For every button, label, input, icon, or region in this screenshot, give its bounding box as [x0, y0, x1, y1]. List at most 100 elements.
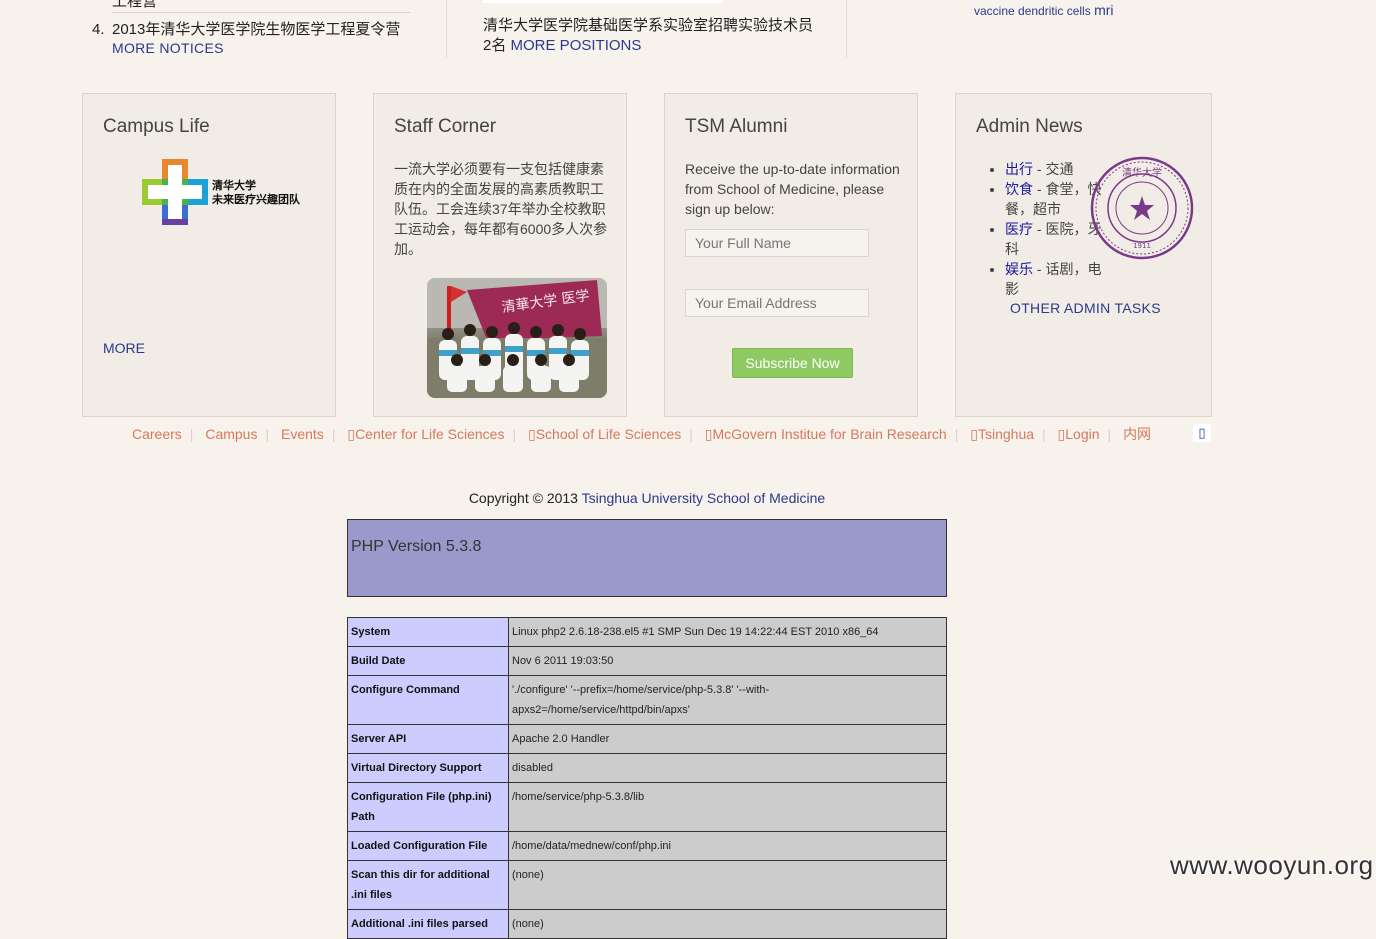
- php-value-cell: (none): [508, 860, 947, 910]
- table-row: Server API Apache 2.0 Handler: [347, 724, 947, 754]
- divider: [112, 12, 410, 13]
- separator: |: [189, 426, 194, 442]
- php-key-cell: Virtual Directory Support: [347, 753, 509, 783]
- subscribe-button[interactable]: Subscribe Now: [732, 348, 853, 378]
- php-value-cell: './configure' '--prefix=/home/service/ph…: [508, 675, 947, 725]
- footer-link-label: Center for Life Sciences: [355, 426, 505, 442]
- php-key-cell: Configure Command: [347, 675, 509, 725]
- separator: |: [689, 426, 693, 442]
- footer-link-life-sciences-center[interactable]: ▯Center for Life Sciences: [347, 426, 504, 442]
- top-strip: 工程营 4. 2013年清华大学医学院生物医学工程夏令营 MORE NOTICES…: [0, 0, 1376, 60]
- separator: |: [331, 426, 336, 442]
- footer-link-mcgovern[interactable]: ▯McGovern Institue for Brain Research: [705, 426, 947, 442]
- tag-link-mri[interactable]: mri: [1094, 2, 1113, 18]
- php-key-cell: Build Date: [347, 646, 509, 676]
- campus-life-title: Campus Life: [103, 116, 210, 137]
- nav-end-icon[interactable]: ▯: [1193, 424, 1211, 442]
- alumni-box: TSM Alumni Receive the up-to-date inform…: [664, 93, 918, 417]
- table-row: Virtual Directory Support disabled: [347, 753, 947, 783]
- seal-year: 1911: [1133, 242, 1151, 250]
- admin-news-list: 出行 - 交通 饮食 - 食堂，快餐，超市 医疗 - 医院，牙科 娱乐 - 话剧…: [991, 159, 1105, 299]
- external-link-icon: ▯: [970, 426, 978, 442]
- table-row: System Linux php2 2.6.18-238.el5 #1 SMP S…: [347, 617, 947, 647]
- php-key-cell: Scan this dir for additional .ini files: [347, 860, 509, 910]
- footer-link-intranet[interactable]: 内网: [1123, 426, 1151, 442]
- separator: |: [512, 426, 517, 442]
- admin-link-entertainment[interactable]: 娱乐: [1005, 261, 1033, 277]
- php-value-cell: Linux php2 2.6.18-238.el5 #1 SMP Sun Dec…: [508, 617, 947, 647]
- footer-link-label: Login: [1065, 426, 1100, 442]
- admin-link-medical[interactable]: 医疗: [1005, 221, 1033, 237]
- campus-life-box: Campus Life 清华大学 未来医疗兴趣团队 MORE: [82, 93, 336, 417]
- notice-cut-text: 工程营: [112, 0, 158, 10]
- admin-item-desc: - 交通: [1033, 161, 1074, 177]
- group-photo-image: 清華大学 医学: [427, 278, 607, 398]
- table-row: Scan this dir for additional .ini files(…: [347, 860, 947, 910]
- copyright-link[interactable]: Tsinghua University School of Medicine: [582, 490, 826, 506]
- php-value-cell: Apache 2.0 Handler: [508, 724, 947, 754]
- more-positions-link[interactable]: MORE POSITIONS: [511, 37, 642, 54]
- notice-item[interactable]: 4. 2013年清华大学医学院生物医学工程夏令营: [92, 18, 400, 39]
- footer-link-life-sciences-school[interactable]: ▯School of Life Sciences: [528, 426, 681, 442]
- external-link-icon: ▯: [347, 426, 356, 442]
- logo-line2: 未来医疗兴趣团队: [212, 194, 300, 206]
- table-row: Additional .ini files parsed (none): [347, 909, 947, 939]
- footer-link-campus[interactable]: Campus: [205, 426, 257, 442]
- staff-corner-box: Staff Corner 一流大学必须要有一支包括健康素质在内的全面发展的高素质…: [373, 93, 627, 417]
- php-key-cell: Additional .ini files parsed: [347, 909, 509, 939]
- footer-link-careers[interactable]: Careers: [132, 426, 182, 442]
- separator: |: [954, 426, 959, 442]
- column-divider: [846, 0, 847, 58]
- php-key-cell: Configuration File (php.ini) Path: [347, 782, 509, 832]
- campus-life-more-link[interactable]: MORE: [103, 340, 145, 356]
- footer-link-tsinghua[interactable]: ▯Tsinghua: [970, 426, 1034, 442]
- admin-link-food[interactable]: 饮食: [1005, 181, 1033, 197]
- external-link-icon: ▯: [528, 426, 536, 442]
- php-key-cell: System: [347, 617, 509, 647]
- notice-number: 4.: [92, 21, 105, 38]
- position-cap: [483, 0, 723, 3]
- footer-link-label: Tsinghua: [977, 426, 1035, 442]
- php-key-cell: Server API: [347, 724, 509, 754]
- php-key-cell: Loaded Configuration File: [347, 831, 509, 861]
- staff-corner-title: Staff Corner: [394, 116, 497, 137]
- full-name-input[interactable]: [685, 229, 869, 257]
- tag-link[interactable]: vaccine dendritic cells: [974, 4, 1091, 18]
- copyright-prefix: Copyright © 2013: [468, 490, 582, 506]
- separator: |: [265, 426, 270, 442]
- separator: |: [1107, 426, 1112, 442]
- tsinghua-seal-icon: 清华大学 1911: [1090, 156, 1194, 260]
- alumni-title: TSM Alumni: [685, 116, 788, 137]
- future-medicine-logo[interactable]: 清华大学 未来医疗兴趣团队: [140, 157, 330, 229]
- position-item[interactable]: 清华大学医学院基础医学系实验室招聘实验技术员2名 MORE POSITIONS: [483, 16, 813, 56]
- footer-nav: Careers | Campus | Events | ▯Center for Lif…: [132, 424, 1151, 444]
- column-divider: [446, 0, 447, 58]
- more-notices-link[interactable]: MORE NOTICES: [112, 40, 224, 56]
- footer-link-login[interactable]: ▯Login: [1058, 426, 1100, 442]
- php-value-cell: /home/data/mednew/conf/php.ini: [508, 831, 947, 861]
- php-version-title: PHP Version 5.3.8: [351, 538, 482, 555]
- php-value-cell: Nov 6 2011 19:03:50: [508, 646, 947, 676]
- php-value-cell: (none): [508, 909, 947, 939]
- alumni-text: Receive the up-to-date information from …: [685, 161, 900, 217]
- email-input[interactable]: [685, 289, 869, 317]
- php-value-cell: disabled: [508, 753, 947, 783]
- research-tags[interactable]: vaccine dendritic cells mri: [974, 2, 1114, 18]
- other-admin-tasks-link[interactable]: OTHER ADMIN TASKS: [1010, 300, 1161, 316]
- table-row: Configuration File (php.ini) Path/home/s…: [347, 782, 947, 832]
- footer-link-label: School of Life Sciences: [535, 426, 682, 442]
- admin-news-title: Admin News: [976, 116, 1083, 137]
- logo-line1: 清华大学: [212, 180, 256, 192]
- admin-link-travel[interactable]: 出行: [1005, 161, 1033, 177]
- seal-text: 清华大学: [1122, 166, 1162, 179]
- php-version-header: PHP Version 5.3.8: [347, 519, 947, 597]
- external-link-icon: ▯: [704, 426, 713, 442]
- staff-group-photo[interactable]: 清華大学 医学: [427, 278, 607, 398]
- watermark: www.wooyun.org: [1170, 850, 1374, 880]
- table-row: Loaded Configuration File/home/data/medn…: [347, 831, 947, 861]
- php-value-cell: /home/service/php-5.3.8/lib: [508, 782, 947, 832]
- separator: |: [1042, 426, 1046, 442]
- table-row: Build Date Nov 6 2011 19:03:50: [347, 646, 947, 676]
- footer-link-events[interactable]: Events: [281, 426, 324, 442]
- notice-link[interactable]: 2013年清华大学医学院生物医学工程夏令营: [112, 21, 400, 38]
